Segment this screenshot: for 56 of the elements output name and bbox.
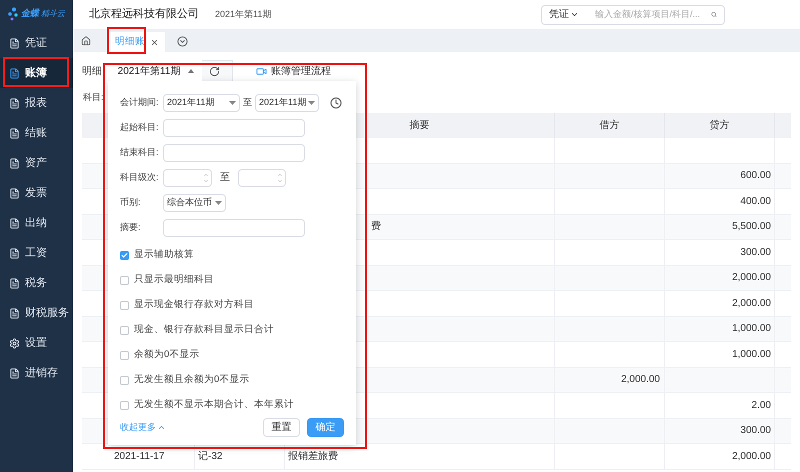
company-name: 北京程远科技有限公司: [89, 6, 199, 22]
table-cell-text: 2021-11-17: [114, 450, 164, 464]
option-label: 无发生额不显示本期合计、本年累计: [134, 398, 294, 412]
reset-button[interactable]: 重置: [263, 418, 300, 437]
scope-select[interactable]: 凭证: [549, 7, 579, 22]
table-cell-text: 报销差旅费: [288, 450, 338, 464]
option-label: 显示现金银行存款对方科目: [134, 298, 254, 312]
sidebar-item[interactable]: 工资: [0, 238, 73, 268]
header-period: 2021年第11期: [215, 8, 272, 21]
sidebar-item[interactable]: 进销存: [0, 358, 73, 388]
field-label: 科目级次:: [120, 170, 160, 184]
range-separator: 至: [243, 96, 252, 109]
option-label: 无发生额且余额为0不显示: [134, 373, 250, 388]
option-label: 现金、银行存款科目显示日合计: [134, 323, 274, 338]
search-field[interactable]: 凭证 输入金额/核算项目/科目/...: [541, 4, 725, 24]
table-cell-text: 5,500.00: [732, 220, 771, 234]
table-cell-text: 2,000.00: [732, 296, 771, 311]
table-cell-text: 费: [371, 220, 381, 234]
field-label: 币别:: [120, 196, 142, 209]
sidebar-item[interactable]: 发票: [0, 178, 73, 208]
field-label: 摘要:: [120, 220, 142, 234]
sidebar-item[interactable]: 出纳: [0, 208, 73, 238]
table-cell-text: 2,000.00: [732, 271, 771, 286]
table-cell-text: 2.00: [752, 398, 771, 413]
field-label: 会计期间:: [120, 96, 160, 109]
sidebar-item[interactable]: 报表: [0, 88, 73, 118]
option-label: 显示辅助核算: [134, 248, 194, 262]
period-select[interactable]: 2021年11期: [163, 94, 240, 112]
field-label: 结束科目:: [120, 146, 160, 159]
option-label: 只显示最明细科目: [134, 273, 214, 288]
period-dropdown[interactable]: 2021年第11期: [110, 60, 202, 82]
filter-label: 科目:: [82, 90, 104, 104]
table-cell-text: 600.00: [740, 169, 771, 184]
sidebar-item[interactable]: 财税服务: [0, 298, 73, 328]
table-cell-text: 1,000.00: [732, 322, 771, 336]
range-separator: 至: [219, 171, 231, 185]
currency-select[interactable]: 综合本位币: [163, 194, 226, 212]
table-cell-text: 1,000.00: [732, 348, 771, 362]
sidebar-item[interactable]: 设置: [0, 328, 73, 358]
table-cell-text: 400.00: [740, 194, 771, 209]
table-cell-text: 2,000.00: [621, 373, 660, 388]
table-cell-text: 300.00: [740, 246, 771, 260]
page-label: 明细: [82, 64, 103, 78]
sidebar-item[interactable]: 凭证: [0, 28, 73, 58]
logo-brand: 金蝶: [21, 7, 39, 20]
sidebar-item[interactable]: 资产: [0, 148, 73, 178]
flow-link[interactable]: 账簿管理流程: [256, 64, 331, 78]
table-cell-text: 300.00: [740, 424, 771, 438]
sidebar-item[interactable]: 税务: [0, 268, 73, 298]
period-select[interactable]: 2021年11期: [255, 94, 319, 112]
option-label: 余额为0不显示: [134, 348, 200, 362]
field-label: 起始科目:: [120, 120, 160, 134]
logo-product: 精斗云: [41, 8, 65, 20]
table-cell-text: 2,000.00: [732, 450, 771, 464]
sidebar-item[interactable]: 结账: [0, 118, 73, 148]
table-cell-text: 记-32: [198, 450, 222, 464]
